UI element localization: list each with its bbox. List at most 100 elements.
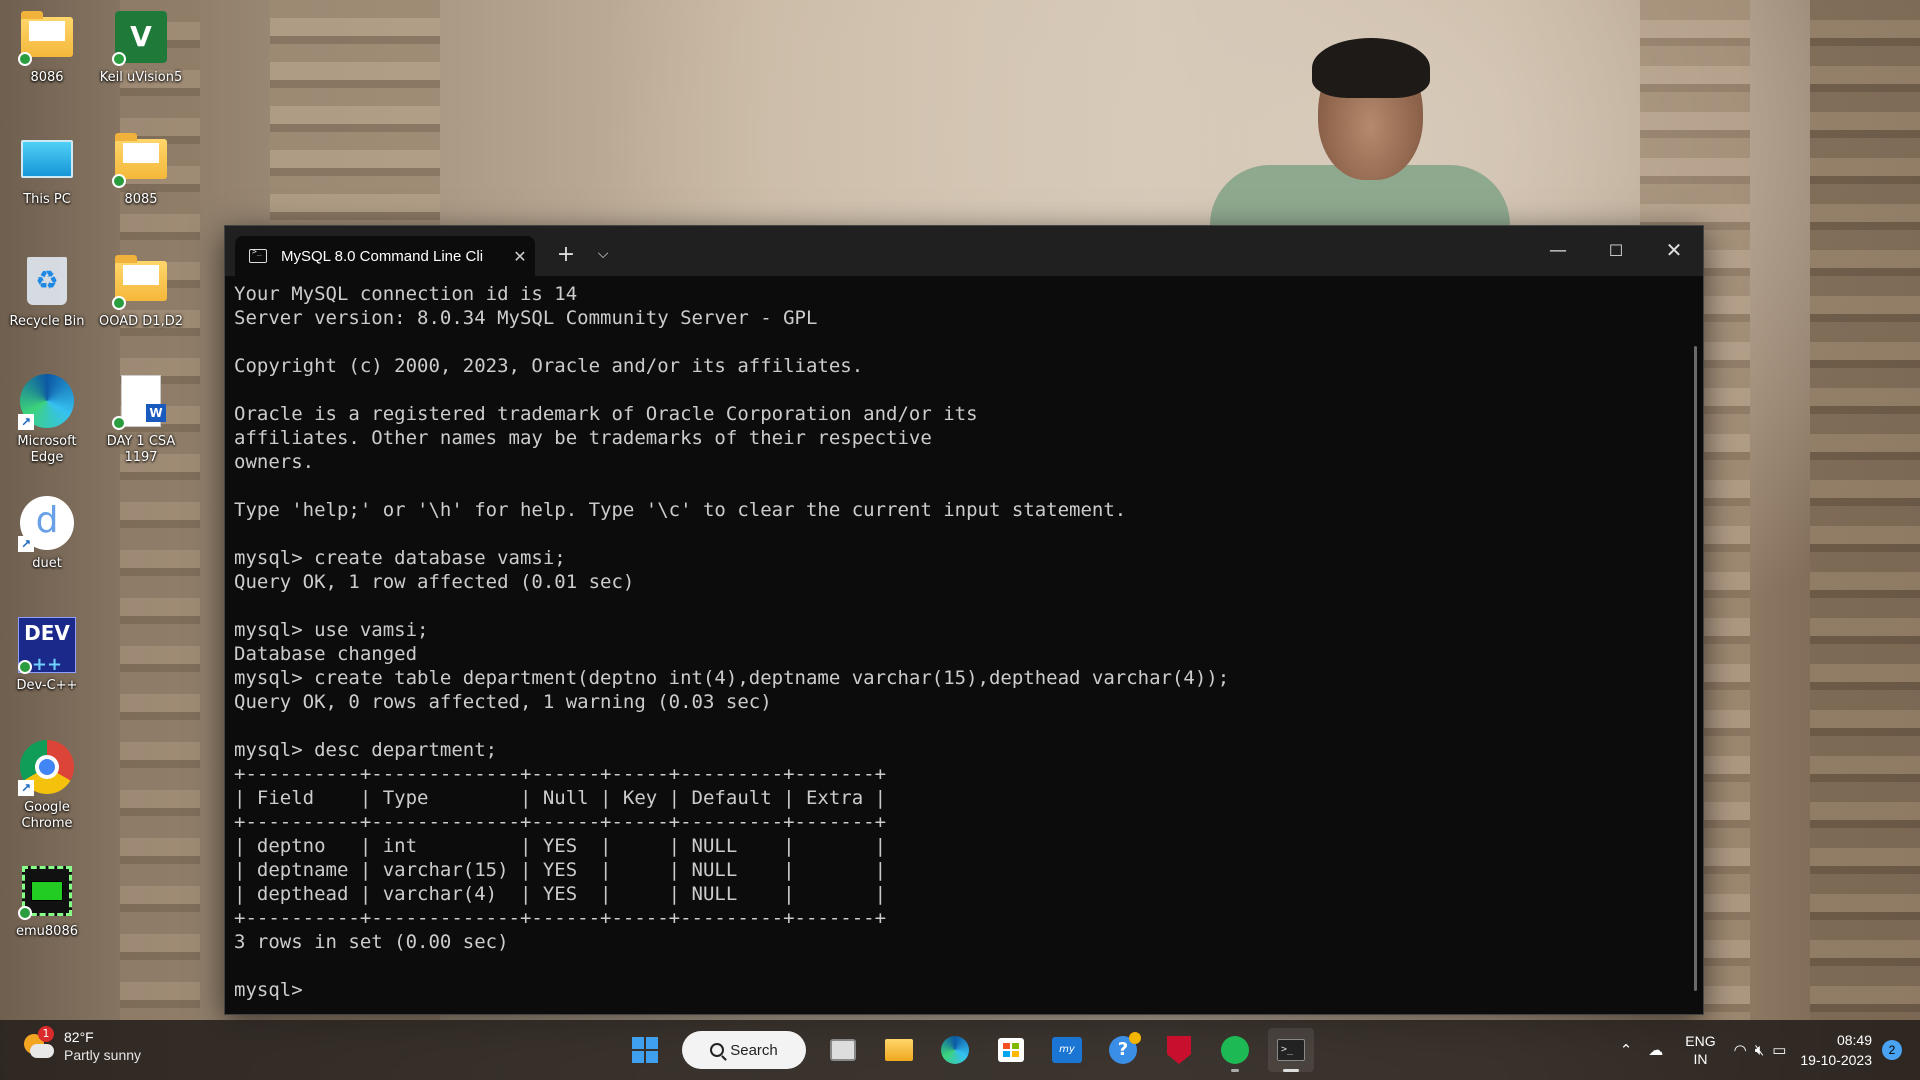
- start-button[interactable]: [622, 1028, 668, 1072]
- desktop-icon-label: duet: [32, 556, 62, 571]
- desktop-icon-label: Microsoft Edge: [17, 434, 77, 465]
- terminal-line: mysql> create table department(deptno in…: [234, 667, 1230, 689]
- desktop-icon-label: This PC: [23, 192, 71, 207]
- desktop-icon-chrome[interactable]: ↗ Google Chrome: [3, 738, 91, 832]
- terminal-line: | Field | Type | Null | Key | Default | …: [234, 787, 887, 809]
- tab-dropdown-button[interactable]: ⌵: [585, 234, 621, 274]
- desktop-icon-edge[interactable]: ↗ Microsoft Edge: [3, 372, 91, 466]
- taskbar-search[interactable]: Search: [682, 1031, 806, 1069]
- tab-mysql-cli[interactable]: MySQL 8.0 Command Line Cli ✕: [235, 236, 535, 276]
- sync-check-icon: [112, 296, 126, 310]
- desktop-icon-label: Keil uVision5: [99, 70, 183, 85]
- folder-icon: [115, 133, 167, 179]
- terminal-line: +----------+-------------+------+-----+-…: [234, 907, 887, 929]
- volume-muted-icon[interactable]: 🔇︎: [1755, 1042, 1764, 1059]
- terminal-line: 3 rows in set (0.00 sec): [234, 931, 509, 953]
- desktop-icon-label: 8086: [30, 70, 64, 85]
- tab-close-icon[interactable]: ✕: [505, 247, 535, 266]
- weather-temperature: 82°F: [64, 1029, 94, 1045]
- folder-icon: [115, 255, 167, 301]
- desktop-icon-this-pc[interactable]: This PC: [3, 130, 91, 208]
- desktop-icon-dev-cpp[interactable]: DEV ++ Dev-C++: [3, 616, 91, 694]
- desktop-icon-ooad[interactable]: OOAD D1,D2: [97, 252, 185, 330]
- terminal-lines: Your MySQL connection id is 14 Server ver…: [234, 282, 1693, 1002]
- spotify-button[interactable]: [1212, 1028, 1258, 1072]
- terminal-window[interactable]: MySQL 8.0 Command Line Cli ✕ + ⌵ — ☐ ✕ Y…: [224, 225, 1704, 1015]
- taskbar: 1 82°F Partly sunny Search my ? >_ ⌃ ☁ E…: [0, 1020, 1920, 1080]
- terminal-line: Copyright (c) 2000, 2023, Oracle and/or …: [234, 355, 864, 377]
- terminal-line: Database changed: [234, 643, 418, 665]
- desktop-icon-keil[interactable]: V Keil uVision5: [97, 8, 185, 86]
- windows-logo-icon: [632, 1037, 658, 1063]
- language-code: ENG: [1685, 1033, 1716, 1049]
- desktop-icon-recycle-bin[interactable]: ♻ Recycle Bin: [3, 252, 91, 330]
- desktop-icon-8085[interactable]: 8085: [97, 130, 185, 208]
- terminal-taskbar-button[interactable]: >_: [1268, 1028, 1314, 1072]
- partly-sunny-icon: 1: [22, 1026, 54, 1062]
- weather-description: Partly sunny: [64, 1047, 142, 1063]
- edge-taskbar-button[interactable]: [932, 1028, 978, 1072]
- battery-icon[interactable]: ▭: [1772, 1041, 1786, 1059]
- terminal-line: mysql> desc department;: [234, 739, 498, 761]
- minimize-icon[interactable]: —: [1529, 230, 1587, 270]
- terminal-line: Type 'help;' or '\h' for help. Type '\c'…: [234, 499, 1127, 521]
- terminal-titlebar[interactable]: MySQL 8.0 Command Line Cli ✕ + ⌵ — ☐ ✕: [225, 226, 1703, 276]
- terminal-line: Query OK, 0 rows affected, 1 warning (0.…: [234, 691, 772, 713]
- weather-widget[interactable]: 1 82°F Partly sunny: [22, 1026, 142, 1064]
- terminal-scrollbar[interactable]: [1694, 346, 1697, 991]
- wallpaper-person-hair: [1312, 38, 1430, 98]
- new-tab-button[interactable]: +: [548, 234, 584, 274]
- terminal-line: | deptname | varchar(15) | YES | | NULL …: [234, 859, 887, 881]
- shortcut-arrow-icon: ↗: [18, 414, 34, 430]
- spotify-icon: [1221, 1036, 1249, 1064]
- clock[interactable]: 08:49 19-10-2023: [1800, 1030, 1872, 1070]
- myhp-icon: my: [1052, 1037, 1082, 1063]
- folder-icon: [21, 11, 73, 57]
- task-view-icon: [830, 1039, 856, 1061]
- terminal-line: Server version: 8.0.34 MySQL Community S…: [234, 307, 818, 329]
- desktop-icon-8086[interactable]: 8086: [3, 8, 91, 86]
- desktop-icon-emu8086[interactable]: emu8086: [3, 862, 91, 940]
- monitor-icon: [21, 140, 73, 178]
- recycle-bin-icon: ♻: [27, 257, 67, 305]
- sync-check-icon: [18, 906, 32, 920]
- shortcut-arrow-icon: ↗: [18, 780, 34, 796]
- help-icon: ?: [1109, 1032, 1141, 1064]
- shortcut-arrow-icon: ↗: [18, 536, 34, 552]
- desktop-icon-label: OOAD D1,D2: [99, 314, 183, 329]
- get-help-button[interactable]: ?: [1100, 1028, 1146, 1072]
- onedrive-cloud-icon[interactable]: ☁: [1648, 1041, 1663, 1059]
- terminal-line: Your MySQL connection id is 14: [234, 283, 578, 305]
- terminal-line: Query OK, 1 row affected (0.01 sec): [234, 571, 635, 593]
- language-indicator[interactable]: ENG IN: [1685, 1032, 1715, 1068]
- store-icon: [998, 1038, 1024, 1062]
- file-explorer-button[interactable]: [876, 1028, 922, 1072]
- terminal-output[interactable]: Your MySQL connection id is 14 Server ver…: [225, 276, 1703, 1014]
- task-view-button[interactable]: [820, 1028, 866, 1072]
- close-icon[interactable]: ✕: [1645, 230, 1703, 270]
- wifi-icon[interactable]: ◠: [1734, 1041, 1747, 1059]
- clock-date: 19-10-2023: [1800, 1052, 1872, 1068]
- terminal-line: Oracle is a registered trademark of Orac…: [234, 403, 978, 425]
- microsoft-store-button[interactable]: [988, 1028, 1034, 1072]
- desktop-icon-label: DAY 1 CSA 1197: [106, 434, 176, 465]
- mcafee-button[interactable]: [1156, 1028, 1202, 1072]
- sync-check-icon: [112, 52, 126, 66]
- myhp-button[interactable]: my: [1044, 1028, 1090, 1072]
- terminal-icon: >_: [1277, 1039, 1305, 1061]
- wallpaper-pillar: [1810, 0, 1920, 1020]
- terminal-line: mysql>: [234, 979, 303, 1001]
- desktop-icon-day1-csa[interactable]: W DAY 1 CSA 1197: [97, 372, 185, 466]
- notification-badge[interactable]: 2: [1882, 1040, 1902, 1060]
- taskbar-apps: Search my ? >_: [622, 1028, 1314, 1072]
- maximize-icon[interactable]: ☐: [1587, 230, 1645, 270]
- desktop-icon-duet[interactable]: d ↗ duet: [3, 494, 91, 572]
- chevron-up-icon[interactable]: ⌃: [1620, 1041, 1633, 1059]
- terminal-line: mysql> create database vamsi;: [234, 547, 566, 569]
- system-tray: ⌃ ☁ ENG IN ◠ 🔇︎ ▭ 08:49 19-10-2023 2: [1612, 1020, 1920, 1080]
- terminal-line: affiliates. Other names may be trademark…: [234, 427, 932, 449]
- desktop-icon-label: Recycle Bin: [9, 314, 85, 329]
